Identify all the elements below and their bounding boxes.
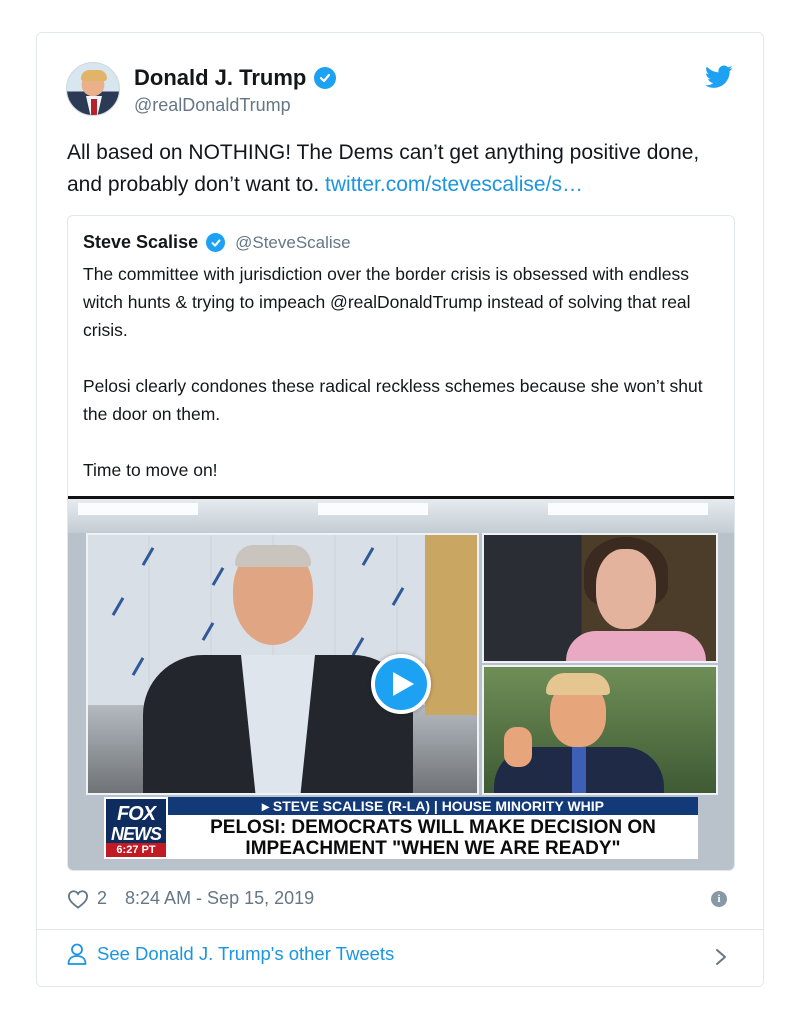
backdrop-wall bbox=[425, 535, 477, 715]
author-name-row[interactable]: Donald J. Trump bbox=[134, 65, 337, 91]
person-icon bbox=[67, 943, 87, 965]
tweet-link[interactable]: twitter.com/stevescalise/s… bbox=[325, 173, 583, 196]
speaker-figure bbox=[143, 545, 413, 793]
author-display-name[interactable]: Donald J. Trump bbox=[134, 65, 306, 91]
video-inset-bottom bbox=[482, 665, 718, 795]
verified-badge-icon bbox=[314, 67, 337, 89]
headline-line: PELOSI: DEMOCRATS WILL MAKE DECISION ON bbox=[210, 817, 656, 838]
quoted-tweet[interactable]: Steve Scalise @SteveScalise The committe… bbox=[67, 215, 735, 871]
video-inset-top bbox=[482, 533, 718, 663]
tweet-timestamp[interactable]: 8:24 AM - Sep 15, 2019 bbox=[125, 888, 314, 909]
author-handle[interactable]: @realDonaldTrump bbox=[134, 95, 291, 116]
quoted-display-name[interactable]: Steve Scalise bbox=[83, 232, 198, 253]
verified-badge-icon bbox=[206, 233, 226, 252]
heart-icon[interactable] bbox=[67, 889, 89, 909]
avatar[interactable] bbox=[66, 62, 120, 116]
quoted-text: The committee with jurisdiction over the… bbox=[83, 260, 723, 512]
see-other-tweets-label[interactable]: See Donald J. Trump's other Tweets bbox=[97, 943, 394, 965]
embedded-tweet-card[interactable]: Donald J. Trump @realDonaldTrump All bas… bbox=[36, 32, 764, 987]
quoted-handle[interactable]: @SteveScalise bbox=[235, 233, 351, 253]
quoted-paragraph: The committee with jurisdiction over the… bbox=[83, 264, 691, 340]
quoted-paragraph: Pelosi clearly condones these radical re… bbox=[83, 376, 703, 424]
like-count[interactable]: 2 bbox=[97, 888, 107, 909]
twitter-bird-icon[interactable] bbox=[705, 65, 733, 89]
studio-ceiling bbox=[68, 499, 734, 533]
network-logo: FOX NEWS 6:27 PT bbox=[104, 797, 168, 859]
headline-line: IMPEACHMENT "WHEN WE ARE READY" bbox=[245, 838, 621, 859]
footer-divider bbox=[37, 929, 763, 930]
quoted-paragraph: Time to move on! bbox=[83, 460, 218, 480]
play-button[interactable] bbox=[371, 654, 431, 714]
network-time: 6:27 PT bbox=[106, 843, 166, 857]
avatar-tie bbox=[91, 99, 97, 115]
network-logo-line2: NEWS bbox=[111, 824, 162, 844]
tweet-meta: 2 8:24 AM - Sep 15, 2019 bbox=[67, 888, 314, 909]
avatar-hair bbox=[81, 70, 107, 81]
video-thumbnail[interactable]: FOX NEWS 6:27 PT ▸ STEVE SCALISE (R-LA) … bbox=[68, 496, 734, 870]
lower-third-strip: ▸ STEVE SCALISE (R-LA) | HOUSE MINORITY … bbox=[168, 797, 698, 815]
play-icon bbox=[393, 672, 414, 696]
lower-third-headline: PELOSI: DEMOCRATS WILL MAKE DECISION ON … bbox=[168, 815, 698, 859]
info-icon[interactable]: i bbox=[711, 891, 727, 907]
quoted-author-row[interactable]: Steve Scalise @SteveScalise bbox=[83, 232, 351, 253]
tweet-text: All based on NOTHING! The Dems can’t get… bbox=[67, 137, 737, 201]
chevron-right-icon[interactable] bbox=[715, 948, 727, 966]
network-logo-line1: FOX bbox=[116, 803, 156, 825]
see-other-tweets-link[interactable]: See Donald J. Trump's other Tweets bbox=[67, 943, 394, 965]
